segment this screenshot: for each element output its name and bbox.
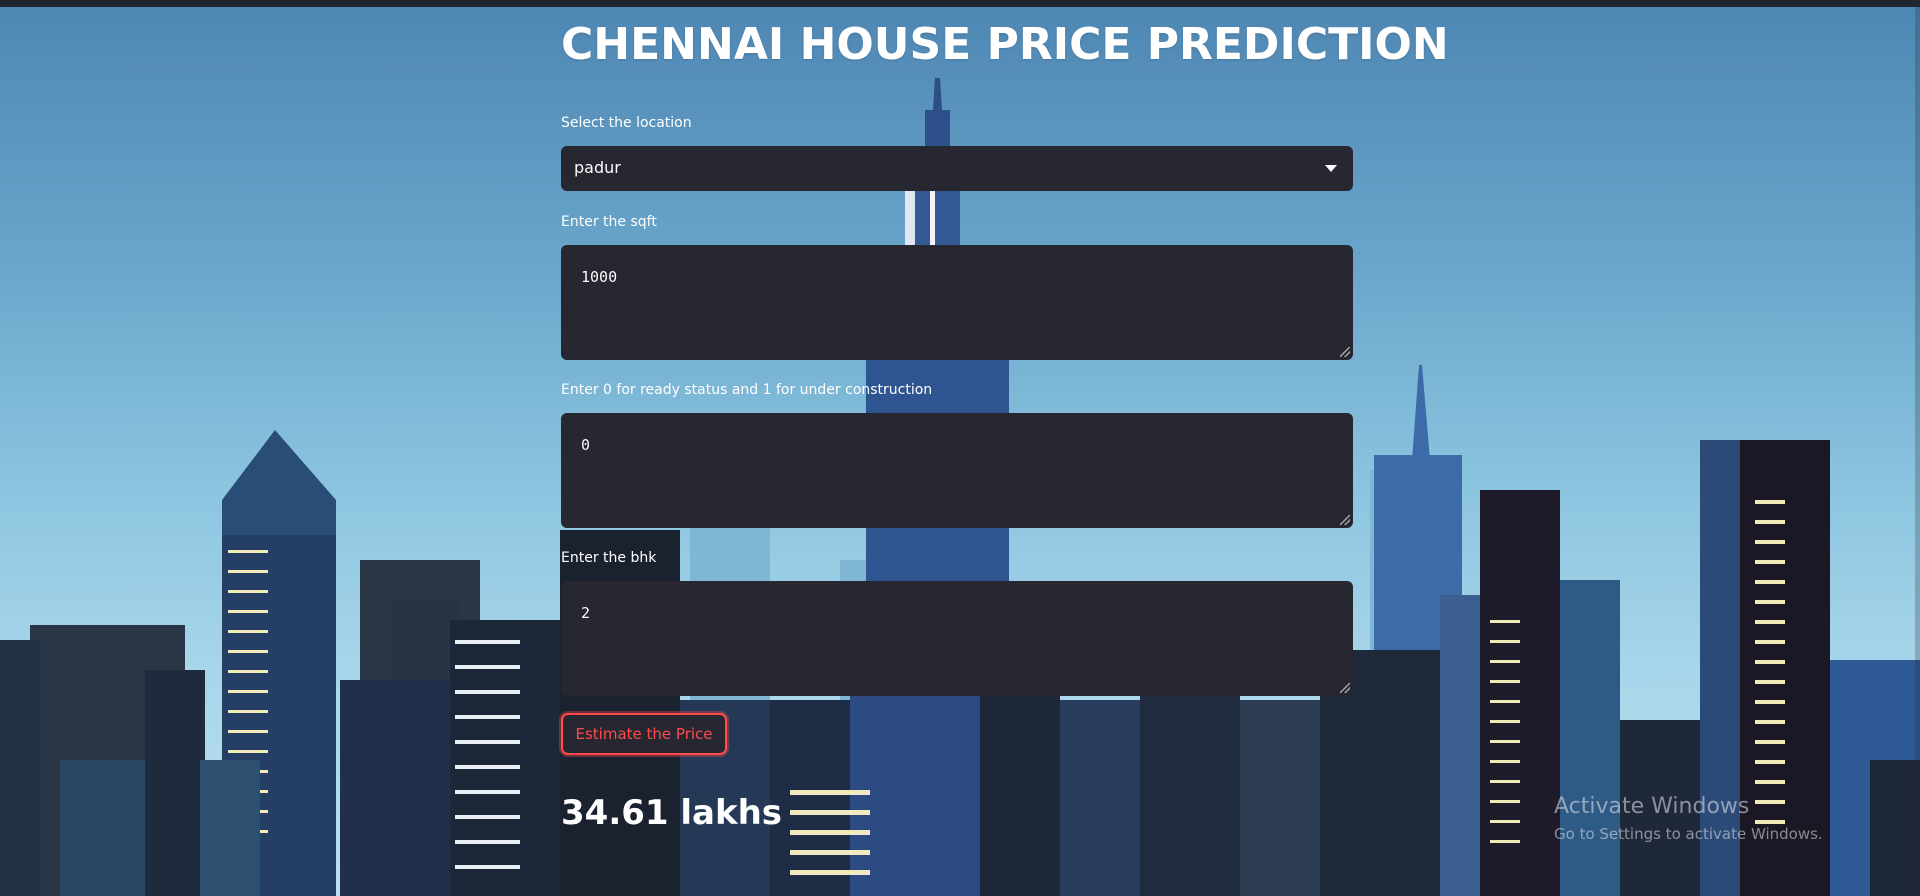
watermark-subtitle: Go to Settings to activate Windows.: [1554, 825, 1823, 843]
location-label: Select the location: [561, 115, 692, 131]
location-select[interactable]: padur: [561, 146, 1353, 191]
bhk-input-value: 2: [581, 604, 591, 622]
estimate-price-button[interactable]: Estimate the Price: [561, 713, 727, 755]
sqft-input-value: 1000: [581, 268, 618, 286]
sqft-label: Enter the sqft: [561, 214, 657, 230]
watermark-title: Activate Windows: [1554, 794, 1750, 819]
status-input-value: 0: [581, 436, 591, 454]
resize-handle-icon[interactable]: [1340, 683, 1350, 693]
sqft-input[interactable]: 1000: [561, 245, 1353, 360]
page-scrollbar[interactable]: [1915, 7, 1920, 896]
bhk-label: Enter the bhk: [561, 550, 657, 566]
bhk-input[interactable]: 2: [561, 581, 1353, 696]
location-select-value: padur: [574, 158, 621, 177]
page-title: CHENNAI HOUSE PRICE PREDICTION: [561, 19, 1449, 70]
estimate-price-button-label: Estimate the Price: [575, 725, 713, 743]
activate-windows-watermark: Activate Windows Go to Settings to activ…: [1554, 792, 1823, 844]
resize-handle-icon[interactable]: [1340, 347, 1350, 357]
resize-handle-icon[interactable]: [1340, 515, 1350, 525]
status-label: Enter 0 for ready status and 1 for under…: [561, 382, 933, 398]
chevron-down-icon[interactable]: [1325, 165, 1337, 172]
status-input[interactable]: 0: [561, 413, 1353, 528]
predicted-price-result: 34.61 lakhs: [561, 793, 783, 833]
